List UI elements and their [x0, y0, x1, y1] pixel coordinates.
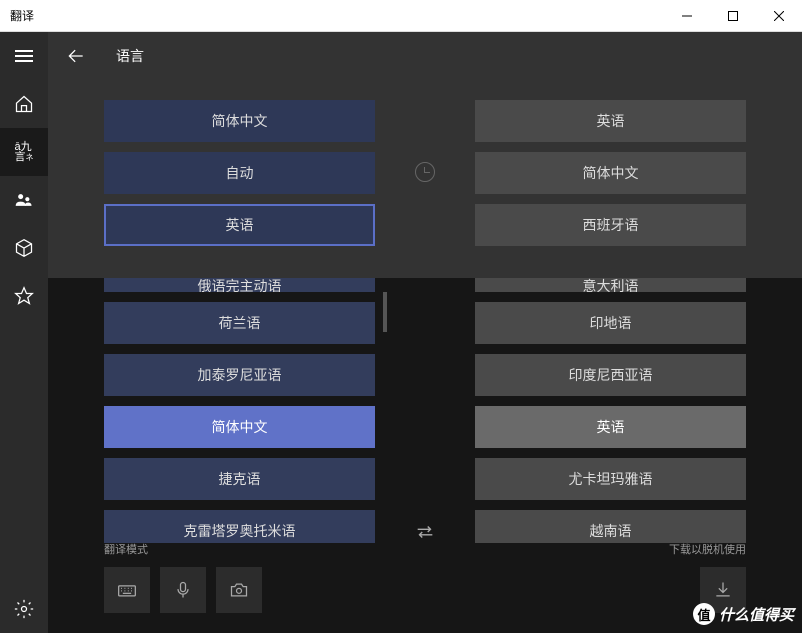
- sidebar-item-home[interactable]: [0, 80, 48, 128]
- keyboard-icon: [117, 580, 137, 600]
- target-lang-item[interactable]: 印地语: [475, 302, 746, 344]
- translate-icon: ā九言ネ: [15, 142, 34, 163]
- window-controls: [664, 0, 802, 32]
- camera-icon: [229, 580, 249, 600]
- arrow-left-icon: [66, 46, 86, 66]
- watermark-logo: 值: [693, 603, 715, 625]
- source-lang-item-selected[interactable]: 简体中文: [104, 406, 375, 448]
- cube-icon: [14, 238, 34, 258]
- footer: 翻译模式 下载以脱机使用: [48, 543, 802, 633]
- target-lang-item-selected[interactable]: 英语: [475, 406, 746, 448]
- sidebar-item-conversation[interactable]: [0, 176, 48, 224]
- back-button[interactable]: [60, 40, 92, 72]
- target-lang-item[interactable]: 意大利语: [475, 278, 746, 292]
- scrollbar-thumb[interactable]: [383, 292, 387, 332]
- people-icon: [14, 190, 34, 210]
- hamburger-menu-button[interactable]: [0, 32, 48, 80]
- sidebar-item-phrasebook[interactable]: [0, 224, 48, 272]
- source-lang-item[interactable]: 荷兰语: [104, 302, 375, 344]
- keyboard-mode-button[interactable]: [104, 567, 150, 613]
- minimize-button[interactable]: [664, 0, 710, 32]
- swap-icon: [414, 521, 436, 543]
- mode-label: 翻译模式: [104, 541, 262, 557]
- source-lang-item[interactable]: 捷克语: [104, 458, 375, 500]
- target-pinned-item[interactable]: 英语: [475, 100, 746, 142]
- window-title: 翻译: [10, 7, 664, 24]
- source-lang-item[interactable]: 俄语完主动语: [104, 278, 375, 292]
- download-icon: [713, 580, 733, 600]
- camera-mode-button[interactable]: [216, 567, 262, 613]
- titlebar: 翻译: [0, 0, 802, 32]
- target-pinned-item[interactable]: 简体中文: [475, 152, 746, 194]
- microphone-icon: [173, 580, 193, 600]
- source-pinned-item-selected[interactable]: 英语: [104, 204, 375, 246]
- sidebar-item-settings[interactable]: [0, 585, 48, 633]
- sidebar-item-translate[interactable]: ā九言ネ: [0, 128, 48, 176]
- watermark-text: 什么值得买: [719, 604, 794, 625]
- voice-mode-button[interactable]: [160, 567, 206, 613]
- download-label: 下载以脱机使用: [669, 541, 746, 557]
- page-title: 语言: [116, 46, 144, 66]
- hamburger-icon: [15, 47, 33, 65]
- maximize-button[interactable]: [710, 0, 756, 32]
- star-icon: [14, 286, 34, 306]
- gear-icon: [14, 599, 34, 619]
- header: 语言: [48, 32, 802, 80]
- source-pinned-item[interactable]: 简体中文: [104, 100, 375, 142]
- sidebar-item-favorites[interactable]: [0, 272, 48, 320]
- target-lang-item[interactable]: 尤卡坦玛雅语: [475, 458, 746, 500]
- history-icon[interactable]: [415, 162, 435, 182]
- source-pinned-item[interactable]: 自动: [104, 152, 375, 194]
- target-pinned-item[interactable]: 西班牙语: [475, 204, 746, 246]
- close-button[interactable]: [756, 0, 802, 32]
- watermark: 值 什么值得买: [693, 603, 794, 625]
- home-icon: [14, 94, 34, 114]
- source-lang-item[interactable]: 加泰罗尼亚语: [104, 354, 375, 396]
- sidebar: offline言 ā九言ネ: [0, 32, 48, 633]
- target-lang-item[interactable]: 印度尼西亚语: [475, 354, 746, 396]
